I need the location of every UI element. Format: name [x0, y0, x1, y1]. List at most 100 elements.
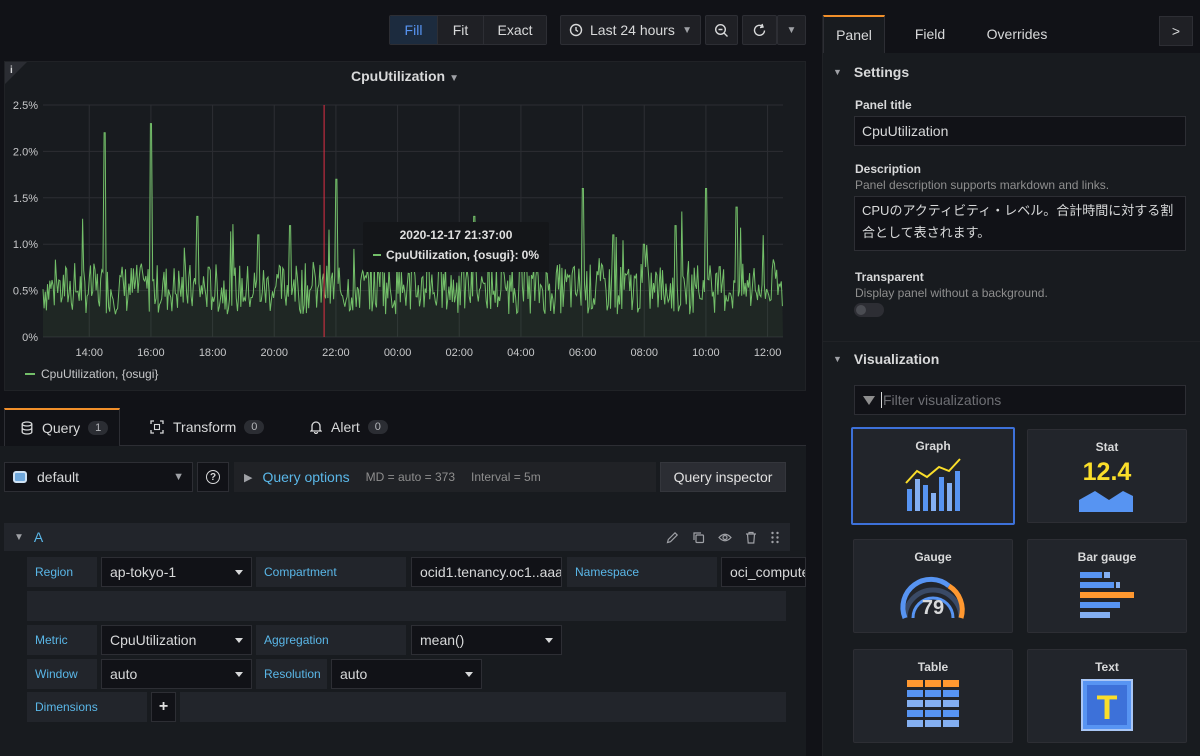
metric-label: Metric — [27, 625, 97, 655]
query-options-interval: Interval = 5m — [471, 470, 541, 484]
tooltip-swatch — [373, 254, 381, 256]
help-button[interactable]: ? — [197, 462, 229, 492]
chevron-down-icon: ▼ — [682, 24, 692, 36]
zoom-out-icon — [714, 23, 728, 37]
add-dimension-button[interactable]: + — [151, 692, 176, 722]
viz-stat[interactable]: Stat 12.4 — [1027, 429, 1187, 523]
panel-title-text: CpuUtilization — [350, 68, 446, 84]
y-tick-label: 0.5% — [13, 286, 38, 298]
pencil-icon[interactable] — [666, 531, 679, 544]
panel-title[interactable]: CpuUtilization ▼ — [5, 68, 805, 84]
compartment-value: ocid1.tenancy.oc1..aaaa — [420, 564, 562, 580]
tooltip-row: CpuUtilization, {osugi}: 0% — [373, 248, 539, 262]
aggregation-select[interactable]: mean() — [411, 625, 562, 655]
window-value: auto — [110, 666, 138, 682]
tab-transform-label: Transform — [173, 419, 237, 435]
refresh-icon — [753, 23, 766, 36]
description-hint: Panel description supports markdown and … — [855, 178, 1110, 192]
empty-field-row — [27, 591, 786, 621]
refresh-button[interactable] — [742, 15, 777, 45]
legend-swatch — [25, 373, 35, 375]
dimensions-filler — [180, 692, 786, 722]
y-tick-label: 2.5% — [13, 100, 38, 112]
window-select[interactable]: auto — [101, 659, 252, 689]
time-range-label: Last 24 hours — [590, 22, 675, 38]
exact-button[interactable]: Exact — [484, 16, 546, 44]
tooltip-series: CpuUtilization, {osugi}: — [386, 248, 519, 262]
x-tick-label: 06:00 — [569, 347, 597, 359]
tooltip-value: 0% — [521, 248, 539, 262]
region-select[interactable]: ap-tokyo-1 — [101, 557, 252, 587]
viz-text-name: Text — [1095, 660, 1119, 674]
viz-table[interactable]: Table — [853, 649, 1013, 743]
transparent-toggle[interactable] — [854, 303, 884, 317]
trash-icon[interactable] — [745, 531, 757, 544]
chevron-down-icon: ▼ — [833, 354, 842, 364]
metric-select[interactable]: CpuUtilization — [101, 625, 252, 655]
collapse-pane-button[interactable]: > — [1159, 16, 1193, 46]
tab-alert[interactable]: Alert 0 — [310, 408, 388, 446]
query-row-header[interactable]: ▼ A — [4, 523, 790, 551]
query-options-label: Query options — [262, 469, 350, 485]
viz-bar-gauge[interactable]: Bar gauge — [1027, 539, 1187, 633]
stat-viz-icon: 12.4 — [1079, 458, 1133, 512]
panel-title-input[interactable]: CpuUtilization — [854, 116, 1186, 146]
chart-legend[interactable]: CpuUtilization, {osugi} — [25, 367, 158, 381]
query-options-bar[interactable]: ▶ Query options MD = auto = 373 Interval… — [234, 462, 656, 492]
visualization-section-header[interactable]: ▼ Visualization — [833, 351, 939, 367]
viz-text[interactable]: Text T — [1027, 649, 1187, 743]
tab-field[interactable]: Field — [903, 15, 957, 53]
time-range-picker[interactable]: Last 24 hours ▼ — [560, 15, 701, 45]
y-tick-label: 1.5% — [13, 193, 38, 205]
viz-stat-value: 12.4 — [1083, 458, 1132, 486]
eye-icon[interactable] — [718, 531, 732, 544]
description-label: Description — [855, 162, 922, 176]
query-row-actions — [666, 531, 780, 544]
query-row-id: A — [33, 529, 44, 545]
transparent-label: Transparent — [855, 270, 924, 284]
drag-handle-icon[interactable] — [770, 531, 780, 544]
dimensions-label: Dimensions — [27, 692, 147, 722]
namespace-select[interactable]: oci_compute — [721, 557, 806, 587]
query-inspector-button[interactable]: Query inspector — [660, 462, 786, 492]
tab-panel[interactable]: Panel — [823, 15, 885, 53]
bell-icon — [310, 421, 322, 434]
resolution-select[interactable]: auto — [331, 659, 482, 689]
chevron-down-icon: ▼ — [173, 471, 184, 483]
datasource-picker[interactable]: default ▼ — [4, 462, 193, 492]
viz-gauge-name: Gauge — [914, 550, 952, 564]
y-tick-label: 1.0% — [13, 239, 38, 251]
settings-section-header[interactable]: ▼ Settings — [833, 64, 909, 80]
viz-graph-name: Graph — [915, 439, 951, 453]
window-label: Window — [27, 659, 97, 689]
region-value: ap-tokyo-1 — [110, 564, 177, 580]
x-tick-label: 04:00 — [507, 347, 535, 359]
chevron-down-icon[interactable]: ▼ — [14, 532, 24, 543]
refresh-interval-dropdown[interactable]: ▼ — [777, 15, 806, 45]
tab-transform[interactable]: Transform 0 — [150, 408, 265, 446]
viz-gauge[interactable]: Gauge 79 — [853, 539, 1013, 633]
database-icon — [21, 421, 33, 435]
tab-alert-label: Alert — [331, 419, 360, 435]
copy-icon[interactable] — [692, 531, 705, 544]
tab-overrides[interactable]: Overrides — [979, 15, 1055, 53]
fill-button[interactable]: Fill — [390, 16, 438, 44]
x-tick-label: 12:00 — [754, 347, 782, 359]
viz-graph[interactable]: Graph — [851, 427, 1015, 525]
top-toolbar: Fill Fit Exact Last 24 hours ▼ ▼ — [0, 0, 815, 60]
viz-bar-gauge-name: Bar gauge — [1077, 550, 1137, 564]
x-tick-label: 14:00 — [75, 347, 103, 359]
filter-placeholder: Filter visualizations — [881, 392, 1002, 408]
namespace-value: oci_compute — [730, 564, 806, 580]
filter-icon — [863, 395, 875, 405]
transform-icon — [150, 420, 164, 434]
zoom-out-button[interactable] — [705, 15, 738, 45]
tab-query[interactable]: Query 1 — [4, 408, 120, 446]
fit-button[interactable]: Fit — [438, 16, 484, 44]
caret-down-icon — [545, 637, 553, 643]
transparent-hint: Display panel without a background. — [855, 286, 1048, 300]
filter-visualizations-input[interactable]: Filter visualizations — [854, 385, 1186, 415]
compartment-select[interactable]: ocid1.tenancy.oc1..aaaa — [411, 557, 562, 587]
datasource-icon — [13, 471, 27, 483]
description-textarea[interactable]: CPUのアクティビティ・レベル。合計時間に対する割合として表されます。 — [854, 196, 1186, 251]
